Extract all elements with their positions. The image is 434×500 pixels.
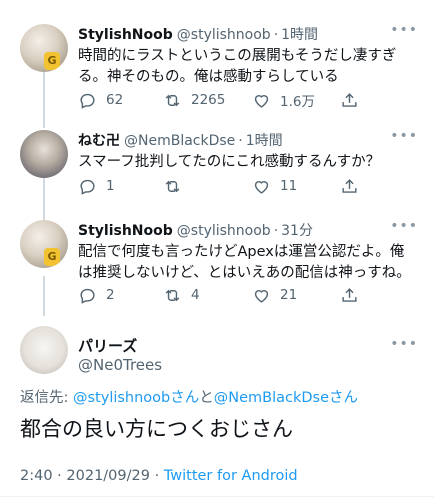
like-button[interactable]: 1.6万 [252, 90, 315, 110]
more-icon[interactable]: ••• [390, 336, 418, 352]
source-app-link[interactable]: Twitter for Android [164, 468, 298, 484]
retweet-icon [165, 180, 180, 192]
avatar[interactable]: G [20, 24, 68, 72]
display-name[interactable]: パリーズ [78, 335, 137, 356]
reply-button[interactable]: 2 [78, 286, 115, 305]
timestamp[interactable]: 31分 [281, 220, 313, 240]
like-count: 11 [280, 178, 298, 194]
avatar-badge-icon: G [44, 248, 60, 266]
share-button[interactable] [340, 91, 368, 110]
heart-icon [254, 180, 269, 194]
reply-icon [80, 179, 95, 195]
tweet[interactable]: G StylishNoob @stylishnoob · 1時間 ••• 時間的… [0, 22, 434, 124]
avatar[interactable]: G [20, 220, 68, 268]
handle[interactable]: @stylishnoob [177, 27, 271, 43]
tweet[interactable]: G StylishNoob @stylishnoob · 31分 ••• 配信で… [0, 218, 434, 315]
reply-to-prefix: 返信先: [20, 390, 73, 406]
display-name[interactable]: StylishNoob [78, 223, 173, 239]
reply-to: 返信先: @stylishnoobさんと@NemBlackDseさん [20, 386, 358, 407]
reply-count: 62 [106, 92, 124, 108]
retweet-icon [165, 94, 180, 106]
retweet-count: 4 [191, 287, 200, 303]
handle[interactable]: @stylishnoob [177, 223, 271, 239]
reply-to-user-link[interactable]: @stylishnoobさん [73, 390, 199, 406]
reply-count: 1 [106, 178, 115, 194]
separator-dot: · [238, 133, 243, 149]
like-count: 21 [280, 287, 298, 303]
tweet-text: 配信で何度も言ったけどApexは運営公認だよ。俺は推奨しないけど、とはいえあの配… [78, 244, 411, 281]
avatar[interactable] [20, 130, 68, 178]
tweet-meta: 2:40 · 2021/09/29 · Twitter for Android [20, 468, 298, 484]
retweet-icon [165, 289, 180, 301]
avatar[interactable] [20, 326, 68, 374]
reply-count: 2 [106, 287, 115, 303]
tweet-text: スマーフ批判してたのにこれ感動するんすか？ [78, 154, 381, 170]
separator-dot: · [273, 27, 279, 43]
reply-icon [80, 93, 95, 109]
retweet-count: 2265 [191, 92, 226, 108]
reply-icon [80, 288, 95, 304]
share-icon [342, 92, 357, 107]
tweet-text: 時間的にラストというこの展開もそうだし凄すぎる。神そのもの。俺は感動すらしている [78, 48, 397, 85]
reply-to-and: と [199, 390, 214, 406]
display-name[interactable]: ねむ卍 [78, 130, 120, 150]
tweet-time[interactable]: 2:40 [20, 468, 53, 484]
like-button[interactable]: 21 [252, 286, 297, 305]
share-icon [342, 287, 357, 302]
avatar-badge-icon: G [44, 52, 60, 70]
reply-button[interactable]: 62 [78, 91, 123, 110]
timestamp[interactable]: 1時間 [281, 24, 318, 44]
separator-dot: · [273, 223, 279, 239]
tweet-date[interactable]: 2021/09/29 [66, 468, 150, 484]
like-button[interactable]: 11 [252, 177, 297, 196]
more-icon[interactable]: ••• [390, 128, 418, 144]
more-icon[interactable]: ••• [390, 22, 418, 38]
retweet-button[interactable]: 4 [163, 286, 200, 305]
like-count: 1.6万 [280, 94, 315, 110]
retweet-button[interactable]: 2265 [163, 91, 225, 110]
divider [0, 496, 434, 497]
share-button[interactable] [340, 286, 368, 305]
handle[interactable]: @Ne0Trees [78, 356, 162, 374]
tweet[interactable]: ねむ卍 @NemBlackDse · 1時間 ••• スマーフ批判してたのにこれ… [0, 128, 434, 220]
retweet-button[interactable] [163, 177, 191, 196]
share-icon [342, 178, 357, 193]
heart-icon [254, 289, 269, 303]
reply-to-user-link[interactable]: @NemBlackDseさん [214, 390, 358, 406]
display-name[interactable]: StylishNoob [78, 27, 173, 43]
separator-dot: · [52, 468, 67, 484]
main-tweet-text: 都合の良い方につくおじさん [20, 417, 293, 441]
reply-button[interactable]: 1 [78, 177, 115, 196]
share-button[interactable] [340, 177, 368, 196]
heart-icon [254, 94, 269, 108]
handle[interactable]: @NemBlackDse [124, 133, 235, 149]
separator-dot: · [149, 468, 164, 484]
more-icon[interactable]: ••• [390, 218, 418, 234]
timestamp[interactable]: 1時間 [246, 130, 283, 150]
